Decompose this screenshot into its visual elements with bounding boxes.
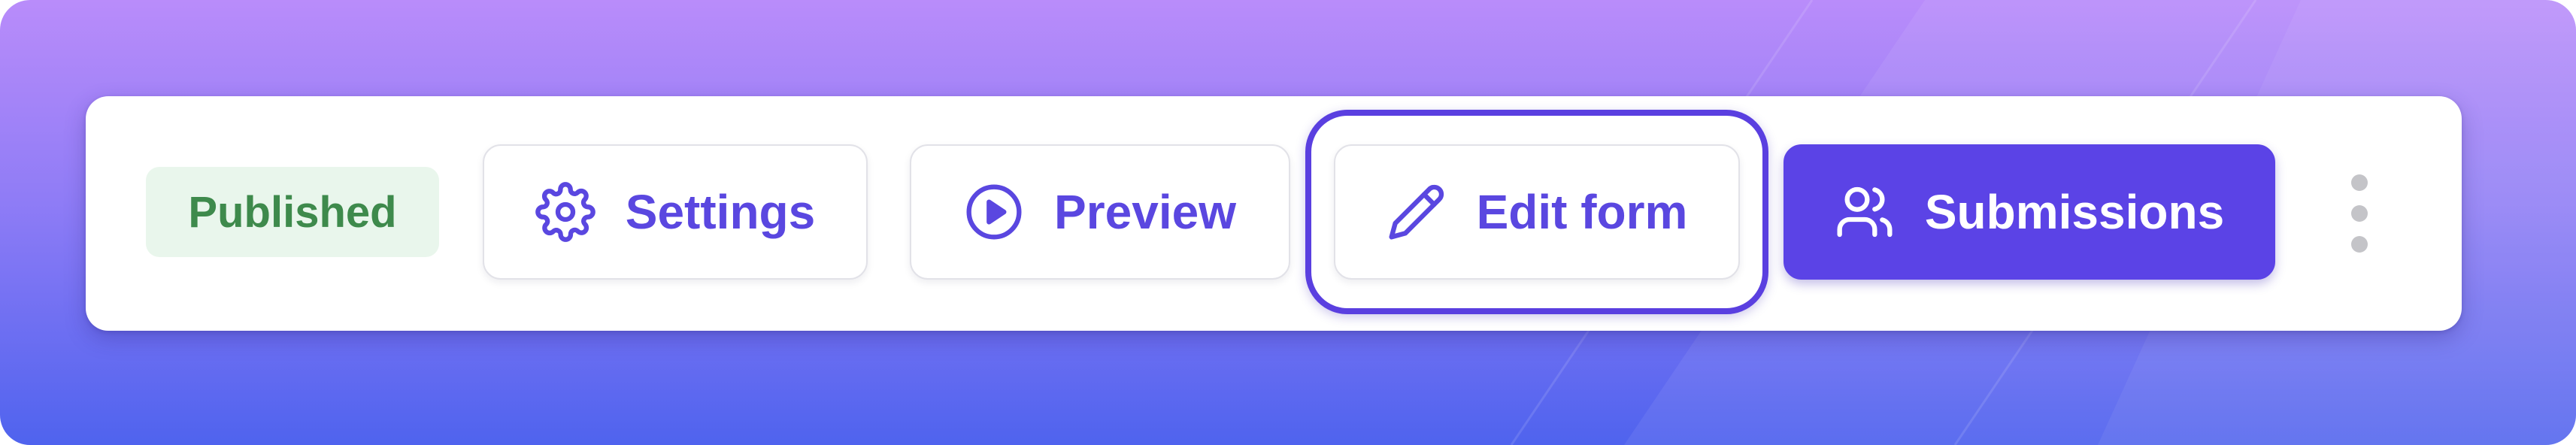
edit-form-label: Edit form xyxy=(1476,185,1688,239)
play-circle-icon xyxy=(966,184,1022,240)
users-icon xyxy=(1837,186,1893,238)
app-window: Published Settings Preview Edit form Sub… xyxy=(0,0,2576,445)
more-dot xyxy=(2351,236,2368,253)
preview-label: Preview xyxy=(1054,185,1236,239)
status-badge: Published xyxy=(146,167,439,257)
edit-form-button[interactable]: Edit form xyxy=(1334,144,1740,280)
pencil-icon xyxy=(1389,184,1444,240)
more-vertical-icon xyxy=(2351,174,2368,191)
gear-icon xyxy=(535,182,596,242)
more-dot xyxy=(2351,205,2368,222)
settings-button[interactable]: Settings xyxy=(483,144,868,280)
preview-button[interactable]: Preview xyxy=(910,144,1290,280)
more-options-button[interactable] xyxy=(2338,174,2381,253)
form-toolbar: Published Settings Preview Edit form Sub… xyxy=(86,96,2462,331)
submissions-label: Submissions xyxy=(1924,185,2225,239)
settings-label: Settings xyxy=(625,185,816,239)
submissions-button[interactable]: Submissions xyxy=(1784,144,2275,280)
